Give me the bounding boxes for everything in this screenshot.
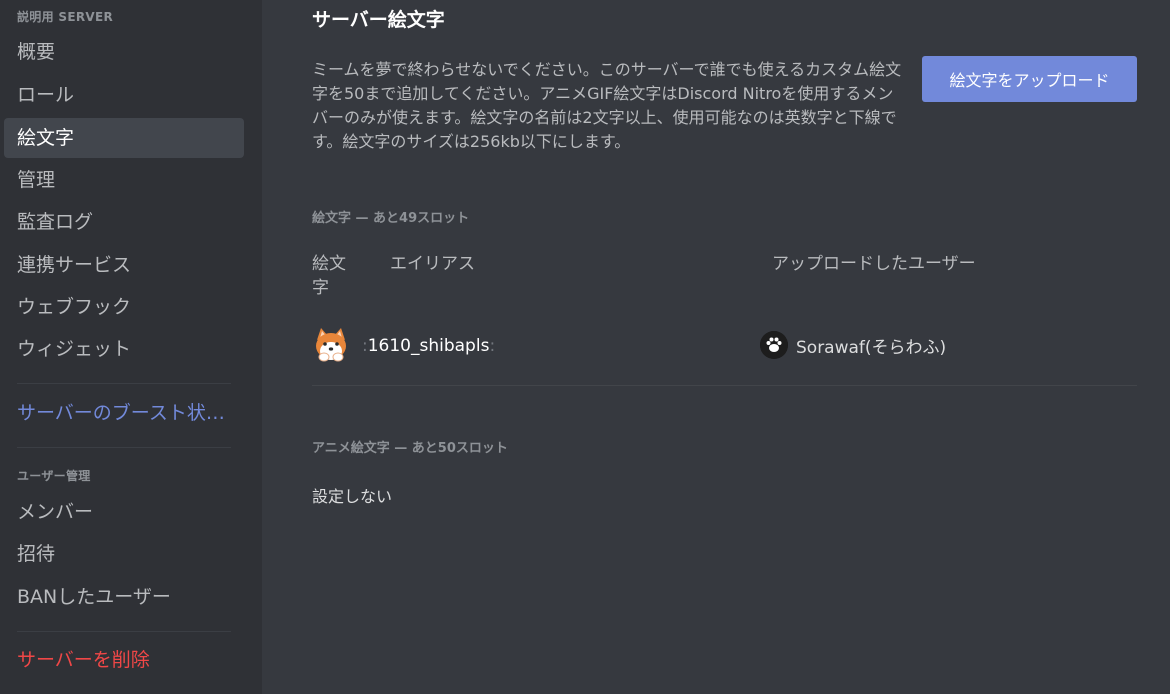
static-emoji-section-header: 絵文字 — あと49スロット <box>312 211 470 226</box>
animated-emoji-section-header: アニメ絵文字 — あと50スロット <box>312 441 508 456</box>
sidebar-divider <box>17 631 231 632</box>
sidebar-item-webhooks[interactable]: ウェブフック <box>4 287 244 327</box>
sidebar-item-widget[interactable]: ウィジェット <box>4 329 244 369</box>
user-management-header: ユーザー管理 <box>17 469 91 483</box>
alias-colon: : <box>489 336 496 356</box>
upload-emoji-button[interactable]: 絵文字をアップロード <box>922 56 1137 102</box>
emoji-settings-panel: サーバー絵文字 ミームを夢で終わらせないでください。このサーバーで誰でも使えるカ… <box>262 0 1170 694</box>
sidebar-item-server-boost[interactable]: サーバーのブースト状… <box>4 393 244 433</box>
sidebar-divider <box>17 383 231 384</box>
column-header-uploader: アップロードしたユーザー <box>772 254 976 274</box>
emoji-alias-text: 1610_shibapls <box>367 336 490 356</box>
column-header-emoji: 絵文字 <box>312 254 346 298</box>
animated-emoji-empty-state: 設定しない <box>312 487 393 506</box>
sidebar-item-members[interactable]: メンバー <box>4 492 244 532</box>
sidebar-divider <box>17 447 231 448</box>
sidebar-item-bans[interactable]: BANしたユーザー <box>4 577 244 617</box>
sidebar-item-emoji[interactable]: 絵文字 <box>4 118 244 158</box>
avatar <box>760 331 788 359</box>
server-settings-window: 説明用 SERVER 概要 ロール 絵文字 管理 監査ログ 連携サービス ウェブ… <box>0 0 1170 694</box>
server-name-header: 説明用 SERVER <box>17 10 113 24</box>
column-header-alias: エイリアス <box>390 254 475 274</box>
sidebar-item-moderation[interactable]: 管理 <box>4 160 244 200</box>
emoji-uploader: Sorawaf(そらわふ) <box>760 330 946 360</box>
uploader-name: Sorawaf(そらわふ) <box>796 337 947 358</box>
sidebar-item-roles[interactable]: ロール <box>4 75 244 115</box>
shiba-dog-icon <box>316 328 346 362</box>
sidebar-item-integrations[interactable]: 連携サービス <box>4 245 244 285</box>
settings-sidebar: 説明用 SERVER 概要 ロール 絵文字 管理 監査ログ 連携サービス ウェブ… <box>0 0 262 694</box>
sidebar-item-invites[interactable]: 招待 <box>4 534 244 574</box>
emoji-row: :1610_shibapls: Sorawaf(そらわふ) <box>312 322 1137 386</box>
emoji-alias[interactable]: :1610_shibapls: <box>362 336 495 356</box>
emoji-description: ミームを夢で終わらせないでください。このサーバーで誰でも使えるカスタム絵文字を5… <box>312 60 902 151</box>
sidebar-item-delete-server[interactable]: サーバーを削除 <box>4 640 244 680</box>
paw-icon <box>760 331 788 359</box>
page-title: サーバー絵文字 <box>312 9 445 31</box>
sidebar-item-overview[interactable]: 概要 <box>4 32 244 72</box>
sidebar-item-audit-log[interactable]: 監査ログ <box>4 202 244 242</box>
